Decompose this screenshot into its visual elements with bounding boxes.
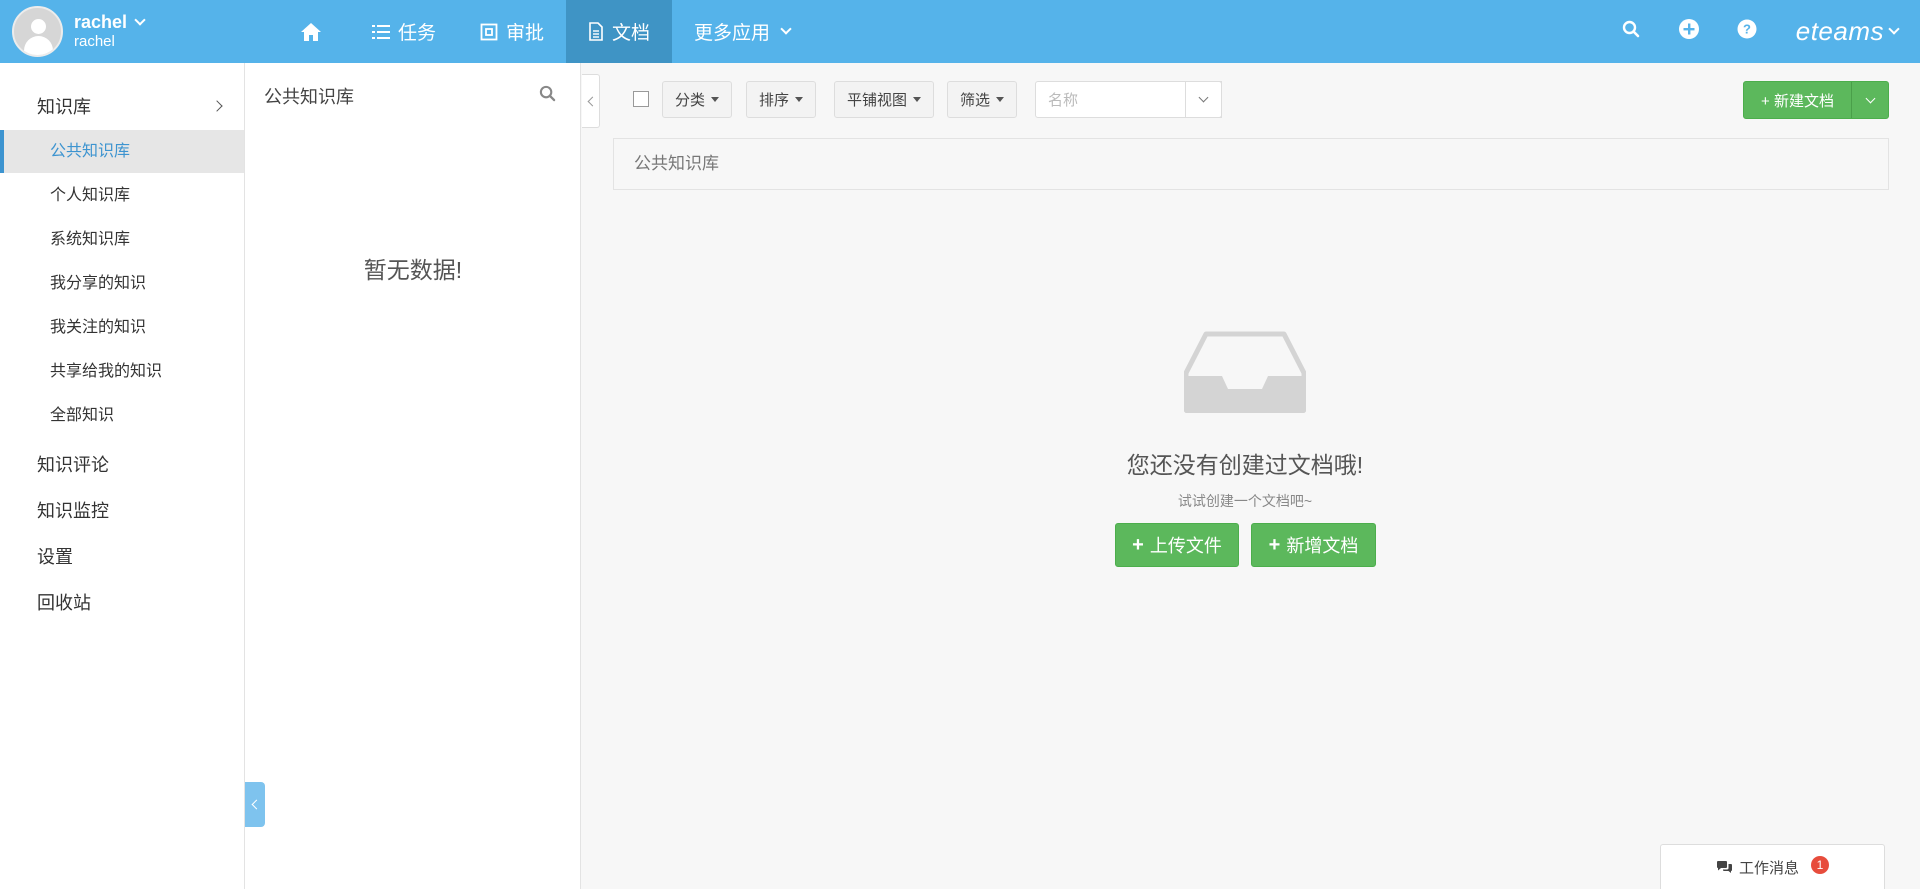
- user-name: rachel: [74, 11, 128, 32]
- filter-dropdown[interactable]: 筛选: [947, 81, 1018, 118]
- add-document-label: 新增文档: [1286, 536, 1359, 556]
- chevron-down-icon: [780, 23, 792, 35]
- nav-approval[interactable]: 审批: [458, 0, 566, 63]
- user-subtitle: rachel: [74, 32, 115, 50]
- work-message-button[interactable]: 工作消息 1: [1660, 844, 1885, 889]
- list-icon: [372, 24, 390, 40]
- sidebar-item-public-kb[interactable]: 公共知识库: [0, 130, 244, 173]
- caret-down-icon: [795, 97, 804, 102]
- nav-more-apps[interactable]: 更多应用: [672, 0, 812, 63]
- plus-icon: +: [1132, 533, 1144, 556]
- inbox-icon: [1183, 331, 1307, 418]
- svg-text:?: ?: [1743, 22, 1751, 37]
- nav-tasks-label: 任务: [398, 23, 437, 44]
- chevron-left-icon: [251, 799, 262, 810]
- view-label: 平铺视图: [847, 92, 908, 109]
- sidebar-item-my-shared[interactable]: 我分享的知识: [0, 262, 244, 305]
- work-message-label: 工作消息: [1738, 859, 1799, 877]
- sidebar-item-shared-to-me[interactable]: 共享给我的知识: [0, 350, 244, 393]
- chevron-down-icon: [134, 13, 146, 26]
- collapse-panel-button[interactable]: [582, 74, 600, 128]
- new-document-button-group: + 新建文档: [1743, 81, 1889, 119]
- breadcrumb: 公共知识库: [613, 138, 1889, 190]
- caret-down-icon: [996, 97, 1005, 102]
- nav-documents-label: 文档: [612, 23, 651, 44]
- sidebar-item-settings[interactable]: 设置: [37, 543, 73, 569]
- advanced-search-toggle[interactable]: [1185, 81, 1222, 118]
- unread-badge: 1: [1811, 856, 1829, 874]
- sidebar-knowledge-base-label: 知识库: [37, 97, 91, 117]
- sidebar-item-recycle-bin[interactable]: 回收站: [37, 589, 91, 615]
- sidebar-item-monitoring[interactable]: 知识监控: [37, 497, 109, 523]
- sidebar-toggle[interactable]: [245, 782, 265, 827]
- chat-icon: [1716, 860, 1733, 874]
- sidebar: 知识库 公共知识库 个人知识库 系统知识库 我分享的知识 我关注的知识 共享给我…: [0, 63, 245, 889]
- chevron-down-icon: [1865, 93, 1875, 103]
- folder-panel: 公共知识库 暂无数据!: [245, 63, 581, 889]
- nav-tasks[interactable]: 任务: [350, 0, 458, 63]
- folder-panel-title: 公共知识库: [264, 87, 354, 107]
- upload-file-button[interactable]: + 上传文件: [1115, 523, 1239, 567]
- filter-label: 筛选: [960, 92, 991, 109]
- sidebar-item-system-kb[interactable]: 系统知识库: [0, 218, 244, 261]
- help-icon: ?: [1737, 19, 1757, 44]
- nav-approval-label: 审批: [506, 23, 545, 44]
- new-document-dropdown[interactable]: [1851, 82, 1888, 118]
- nav-more-apps-label: 更多应用: [694, 23, 771, 44]
- help-button[interactable]: ?: [1718, 0, 1776, 63]
- nav-documents[interactable]: 文档: [566, 0, 673, 63]
- new-document-button[interactable]: + 新建文档: [1744, 82, 1851, 118]
- category-label: 分类: [675, 92, 706, 109]
- empty-state-title: 您还没有创建过文档哦!: [1126, 452, 1364, 478]
- sidebar-item-comments[interactable]: 知识评论: [37, 451, 109, 477]
- sidebar-item-personal-kb[interactable]: 个人知识库: [0, 174, 244, 217]
- select-all-checkbox[interactable]: [633, 91, 649, 107]
- folder-empty-text: 暂无数据!: [363, 257, 463, 283]
- brand-menu[interactable]: eteams: [1776, 16, 1920, 47]
- caret-down-icon: [711, 97, 720, 102]
- approval-icon: [480, 23, 498, 41]
- sort-label: 排序: [759, 92, 790, 109]
- chevron-down-icon: [1198, 92, 1209, 103]
- add-document-button[interactable]: + 新增文档: [1251, 523, 1376, 567]
- search-icon: [1622, 20, 1640, 43]
- plus-icon: +: [1268, 533, 1281, 556]
- search-button[interactable]: [1602, 0, 1660, 63]
- document-icon: [588, 22, 604, 41]
- upload-file-label: 上传文件: [1149, 536, 1222, 556]
- main-nav: 任务 审批 文档 更多应用: [280, 0, 812, 63]
- name-search-input[interactable]: [1048, 90, 1178, 110]
- nav-home[interactable]: [280, 0, 350, 63]
- chevron-right-icon: [211, 100, 223, 112]
- caret-down-icon: [913, 97, 922, 102]
- home-icon: [300, 22, 322, 42]
- avatar: [12, 6, 63, 57]
- sidebar-item-my-followed[interactable]: 我关注的知识: [0, 306, 244, 349]
- add-button[interactable]: [1660, 0, 1718, 63]
- chevron-left-icon: [587, 96, 597, 106]
- sidebar-knowledge-base[interactable]: 知识库: [37, 93, 227, 119]
- brand-logo: eteams: [1795, 16, 1884, 46]
- empty-state-subtitle: 试试创建一个文档吧~: [1177, 493, 1313, 509]
- top-nav-bar: rachel rachel 任务 审批 文档 更多应用 ? eteams: [0, 0, 1920, 63]
- view-dropdown[interactable]: 平铺视图: [834, 81, 935, 118]
- category-dropdown[interactable]: 分类: [662, 81, 733, 118]
- sort-dropdown[interactable]: 排序: [746, 81, 817, 118]
- folder-search-icon[interactable]: [539, 85, 556, 107]
- user-menu[interactable]: rachel rachel: [12, 6, 146, 57]
- chevron-down-icon: [1888, 23, 1900, 35]
- sidebar-item-all[interactable]: 全部知识: [0, 394, 244, 437]
- plus-circle-icon: [1678, 18, 1700, 45]
